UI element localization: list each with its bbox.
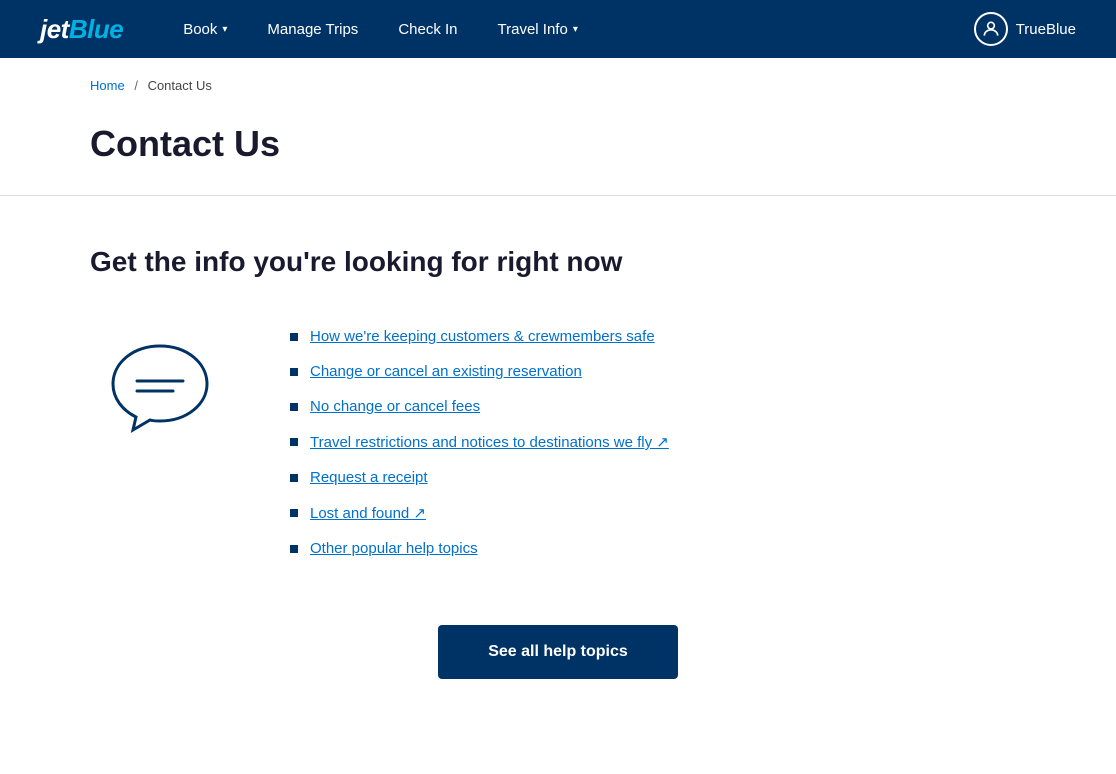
- header: jetBlue Book ▾ Manage Trips Check In Tra…: [0, 0, 1116, 58]
- list-item: Other popular help topics: [290, 540, 1026, 557]
- list-item: Lost and found ↗: [290, 504, 1026, 522]
- page-title-section: Contact Us: [0, 113, 1116, 195]
- breadcrumb-separator: /: [134, 78, 138, 93]
- trueblue-label: TrueBlue: [1016, 21, 1076, 38]
- trueblue-button[interactable]: TrueBlue: [974, 12, 1076, 46]
- list-item: How we're keeping customers & crewmember…: [290, 328, 1026, 345]
- list-item: Request a receipt: [290, 469, 1026, 486]
- main-nav: Book ▾ Manage Trips Check In Travel Info…: [163, 0, 974, 58]
- chevron-down-icon: ▾: [222, 24, 227, 35]
- bullet-icon: [290, 545, 298, 553]
- user-avatar-icon: [974, 12, 1008, 46]
- nav-manage-trips[interactable]: Manage Trips: [247, 0, 378, 58]
- help-link-5[interactable]: Lost and found ↗: [310, 504, 426, 522]
- logo[interactable]: jetBlue: [40, 14, 123, 45]
- main-content: Get the info you're looking for right no…: [0, 196, 1116, 739]
- chat-icon-wrapper: [90, 328, 230, 438]
- bullet-icon: [290, 368, 298, 376]
- help-link-1[interactable]: Change or cancel an existing reservation: [310, 363, 582, 380]
- see-all-help-topics-button[interactable]: See all help topics: [438, 625, 678, 679]
- info-layout: How we're keeping customers & crewmember…: [90, 328, 1026, 575]
- nav-travel-info[interactable]: Travel Info ▾: [478, 0, 598, 58]
- help-link-3[interactable]: Travel restrictions and notices to desti…: [310, 433, 669, 451]
- bullet-icon: [290, 438, 298, 446]
- bullet-icon: [290, 474, 298, 482]
- list-item: Change or cancel an existing reservation: [290, 363, 1026, 380]
- list-item: Travel restrictions and notices to desti…: [290, 433, 1026, 451]
- breadcrumb-current: Contact Us: [148, 78, 212, 93]
- nav-check-in[interactable]: Check In: [378, 0, 477, 58]
- bullet-icon: [290, 509, 298, 517]
- breadcrumb: Home / Contact Us: [0, 58, 1116, 113]
- help-link-4[interactable]: Request a receipt: [310, 469, 428, 486]
- help-link-2[interactable]: No change or cancel fees: [310, 398, 480, 415]
- nav-book[interactable]: Book ▾: [163, 0, 247, 58]
- help-link-6[interactable]: Other popular help topics: [310, 540, 478, 557]
- help-links-list: How we're keeping customers & crewmember…: [290, 328, 1026, 575]
- help-link-0[interactable]: How we're keeping customers & crewmember…: [310, 328, 655, 345]
- chevron-down-icon: ▾: [573, 24, 578, 35]
- section-heading: Get the info you're looking for right no…: [90, 246, 1026, 278]
- breadcrumb-home[interactable]: Home: [90, 78, 125, 93]
- cta-section: See all help topics: [90, 625, 1026, 679]
- list-item: No change or cancel fees: [290, 398, 1026, 415]
- page-title: Contact Us: [90, 123, 1026, 165]
- chat-bubble-icon: [105, 338, 215, 438]
- bullet-icon: [290, 403, 298, 411]
- bullet-icon: [290, 333, 298, 341]
